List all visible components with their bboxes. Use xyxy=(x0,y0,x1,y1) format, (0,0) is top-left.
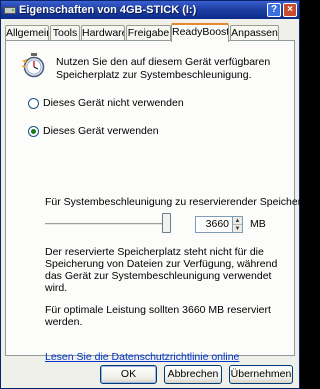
usb-drive-icon xyxy=(4,4,16,16)
tab-freigabe[interactable]: Freigabe xyxy=(126,25,171,41)
cancel-button[interactable]: Abbrechen xyxy=(164,365,222,384)
window-title: Eigenschaften von 4GB-STICK (I:) xyxy=(19,4,197,16)
readyboost-panel: Nutzen Sie den auf diesem Gerät verfügba… xyxy=(5,40,304,363)
readyboost-stopwatch-icon xyxy=(21,53,45,78)
tab-allgemein[interactable]: Allgemein xyxy=(5,25,49,41)
close-button[interactable]: × xyxy=(283,3,297,17)
recommended-size-info: Für optimale Leistung sollten 3660 MB re… xyxy=(45,304,271,328)
apply-button[interactable]: Übernehmen xyxy=(229,365,293,384)
option-do-not-use-label: Dieses Gerät nicht verwenden xyxy=(43,97,184,109)
reserve-space-label: Für Systembeschleunigung zu reservierend… xyxy=(45,196,305,208)
spin-down-icon[interactable]: ▼ xyxy=(233,225,242,233)
tab-strip: Allgemein Tools Hardware Freigabe ReadyB… xyxy=(5,23,297,42)
ok-button[interactable]: OK xyxy=(100,365,157,384)
radio-use-device[interactable] xyxy=(28,125,39,137)
reserved-space-info: Der reservierte Speicherplatz steht nich… xyxy=(45,246,278,294)
radio-do-not-use[interactable] xyxy=(28,97,39,109)
tab-hardware[interactable]: Hardware xyxy=(81,25,125,41)
option-use-device-label: Dieses Gerät verwenden xyxy=(43,125,159,137)
properties-dialog: Eigenschaften von 4GB-STICK (I:) ? × All… xyxy=(0,0,304,389)
reserve-size-unit: MB xyxy=(250,218,266,230)
tab-anpassen[interactable]: Anpassen xyxy=(230,25,279,41)
readyboost-description: Nutzen Sie den auf diesem Gerät verfügba… xyxy=(56,56,271,81)
option-use-device[interactable]: Dieses Gerät verwenden xyxy=(28,125,159,137)
spin-up-icon[interactable]: ▲ xyxy=(233,217,242,225)
tab-tools[interactable]: Tools xyxy=(50,25,80,41)
title-bar[interactable]: Eigenschaften von 4GB-STICK (I:) ? × xyxy=(1,1,299,19)
reserve-slider-track[interactable] xyxy=(45,223,170,226)
reserve-size-input[interactable]: 3660 xyxy=(195,216,233,233)
tab-readyboost[interactable]: ReadyBoost xyxy=(171,23,229,42)
privacy-policy-link[interactable]: Lesen Sie die Datenschutzrichtlinie onli… xyxy=(45,351,239,363)
reserve-slider-thumb[interactable] xyxy=(162,213,172,233)
option-do-not-use[interactable]: Dieses Gerät nicht verwenden xyxy=(28,97,184,109)
reserve-size-spinner: ▲ ▼ xyxy=(233,216,243,233)
help-button[interactable]: ? xyxy=(267,3,281,17)
